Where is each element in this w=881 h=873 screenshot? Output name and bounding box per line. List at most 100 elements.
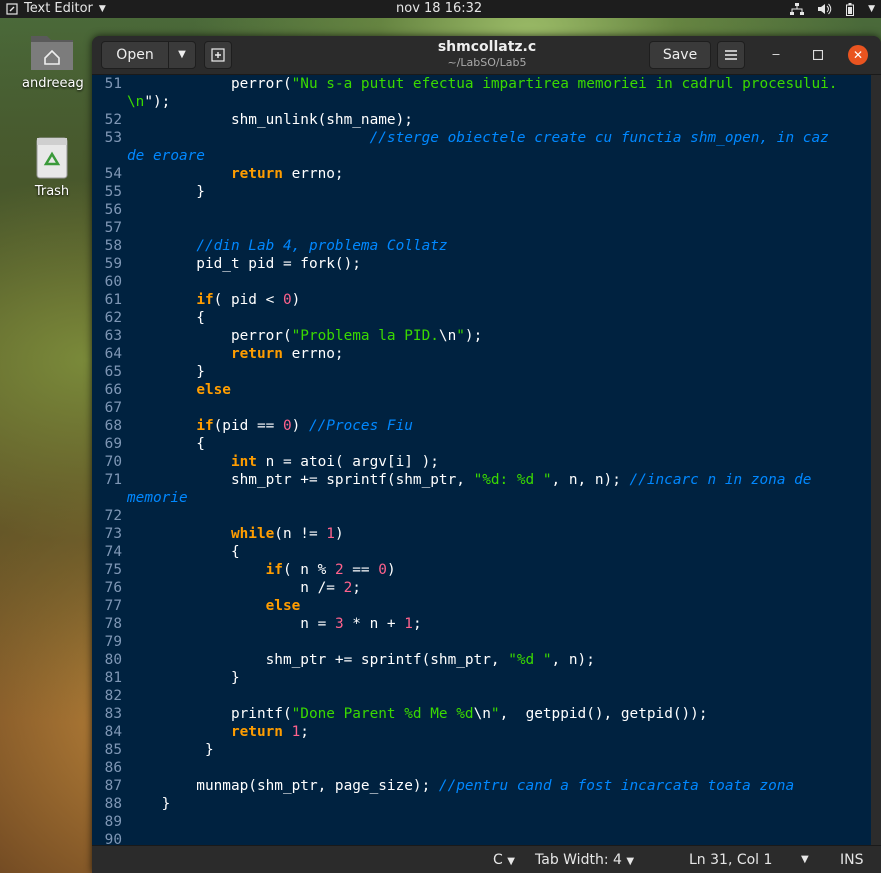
code-token: )	[291, 292, 301, 308]
open-menu-button[interactable]: ▼	[168, 41, 196, 69]
code-line[interactable]: 68 if(pid == 0) //Proces Fiu	[92, 417, 871, 435]
code-token: \n	[127, 94, 145, 110]
code-line[interactable]: 83 printf("Done Parent %d Me %d\n", getp…	[92, 705, 871, 723]
system-tray[interactable]: ▼	[790, 0, 875, 18]
code-line[interactable]: 65 }	[92, 363, 871, 381]
new-tab-button[interactable]	[204, 41, 232, 69]
desktop-trash[interactable]: Trash	[22, 136, 82, 199]
code-line[interactable]: 73 while(n != 1)	[92, 525, 871, 543]
code-line[interactable]: 75 if( n % 2 == 0)	[92, 561, 871, 579]
code-line[interactable]: 80 shm_ptr += sprintf(shm_ptr, "%d ", n)…	[92, 651, 871, 669]
code-line[interactable]: 55 }	[92, 183, 871, 201]
line-number: 54	[104, 166, 122, 182]
code-editor[interactable]: 51 perror("Nu s-a putut efectua impartir…	[92, 75, 871, 845]
code-line[interactable]: 89	[92, 813, 871, 831]
window-title: shmcollatz.c ~/LabSO/Lab5	[382, 39, 592, 70]
code-line[interactable]: 51 perror("Nu s-a putut efectua impartir…	[92, 75, 871, 93]
line-number: 55	[104, 184, 122, 200]
code-line[interactable]: 54 return errno;	[92, 165, 871, 183]
code-line[interactable]: 63 perror("Problema la PID.\n");	[92, 327, 871, 345]
app-menu[interactable]: Text Editor ▼	[6, 0, 106, 18]
code-token: perror(	[127, 328, 292, 344]
save-button[interactable]: Save	[649, 41, 711, 69]
code-token: else	[196, 382, 231, 398]
line-number: 51	[104, 76, 122, 92]
code-line[interactable]: 86	[92, 759, 871, 777]
close-button[interactable]: ✕	[848, 45, 868, 65]
line-text: else	[127, 381, 231, 399]
code-line[interactable]: 59 pid_t pid = fork();	[92, 255, 871, 273]
code-line[interactable]: 61 if( pid < 0)	[92, 291, 871, 309]
code-token: 0	[282, 292, 292, 308]
code-line[interactable]: 71 shm_ptr += sprintf(shm_ptr, "%d: %d "…	[92, 471, 871, 489]
tab-width-selector[interactable]: Tab Width: 4 ▼	[535, 846, 634, 873]
code-line[interactable]: 67	[92, 399, 871, 417]
line-text: }	[127, 669, 240, 687]
code-token: "%d "	[508, 652, 552, 668]
line-number: 60	[104, 274, 122, 290]
code-line[interactable]: de eroare	[92, 147, 871, 165]
code-line[interactable]: 87 munmap(shm_ptr, page_size); //pentru …	[92, 777, 871, 795]
line-number: 82	[104, 688, 122, 704]
code-area[interactable]: 51 perror("Nu s-a putut efectua impartir…	[92, 75, 871, 845]
line-text: while(n != 1)	[127, 525, 344, 543]
chevron-down-icon: ▼	[178, 49, 186, 60]
code-line[interactable]: 90	[92, 831, 871, 845]
code-line[interactable]: 58 //din Lab 4, problema Collatz	[92, 237, 871, 255]
code-line[interactable]: 69 {	[92, 435, 871, 453]
line-number: 52	[104, 112, 122, 128]
code-token: errno;	[282, 166, 344, 182]
code-token: ;	[352, 580, 361, 596]
code-line[interactable]: 52 shm_unlink(shm_name);	[92, 111, 871, 129]
language-selector[interactable]: C ▼	[493, 846, 515, 873]
hamburger-menu-button[interactable]	[717, 41, 745, 69]
cursor-position[interactable]: Ln 31, Col 1	[689, 846, 772, 873]
code-line[interactable]: 81 }	[92, 669, 871, 687]
code-line[interactable]: 78 n = 3 * n + 1;	[92, 615, 871, 633]
code-line[interactable]: 76 n /= 2;	[92, 579, 871, 597]
code-line[interactable]: 66 else	[92, 381, 871, 399]
code-token: \n	[473, 706, 491, 722]
code-token: else	[265, 598, 301, 614]
code-line[interactable]: 60	[92, 273, 871, 291]
minimize-button[interactable]: ‒	[768, 47, 784, 63]
code-line[interactable]: 56	[92, 201, 871, 219]
desktop-home-folder[interactable]: andreeag	[22, 32, 84, 91]
code-line[interactable]: 62 {	[92, 309, 871, 327]
code-line[interactable]: \n");	[92, 93, 871, 111]
code-line[interactable]: 57	[92, 219, 871, 237]
code-token: return	[230, 724, 283, 740]
code-line[interactable]: 77 else	[92, 597, 871, 615]
clock[interactable]: nov 18 16:32	[396, 0, 482, 18]
line-number: 87	[104, 778, 122, 794]
code-line[interactable]: 84 return 1;	[92, 723, 871, 741]
code-line[interactable]: 53 //sterge obiectele create cu functia …	[92, 129, 871, 147]
code-line[interactable]: 88 }	[92, 795, 871, 813]
code-line[interactable]: 82	[92, 687, 871, 705]
line-number: 72	[104, 508, 122, 524]
home-folder-icon	[31, 36, 73, 70]
code-token: ;	[412, 616, 422, 632]
code-token: shm_unlink(shm_name);	[127, 112, 413, 128]
code-token: , getppid(), getpid());	[499, 706, 708, 722]
code-token: if	[265, 562, 283, 578]
line-text: else	[127, 597, 301, 615]
code-line[interactable]: 72	[92, 507, 871, 525]
code-token: while	[230, 526, 275, 542]
code-line[interactable]: 70 int n = atoi( argv[i] );	[92, 453, 871, 471]
trash-icon	[36, 137, 68, 179]
code-line[interactable]: 64 return errno;	[92, 345, 871, 363]
maximize-button[interactable]	[810, 47, 826, 63]
line-text: n = 3 * n + 1;	[127, 615, 422, 633]
open-button[interactable]: Open	[101, 41, 169, 69]
code-line[interactable]: memorie	[92, 489, 871, 507]
code-line[interactable]: 74 {	[92, 543, 871, 561]
code-token: {	[127, 544, 240, 560]
code-line[interactable]: 79	[92, 633, 871, 651]
text-editor-icon	[6, 3, 18, 15]
code-token: 2	[343, 580, 353, 596]
chevron-down-icon[interactable]: ▼	[801, 846, 809, 873]
code-line[interactable]: 85 }	[92, 741, 871, 759]
